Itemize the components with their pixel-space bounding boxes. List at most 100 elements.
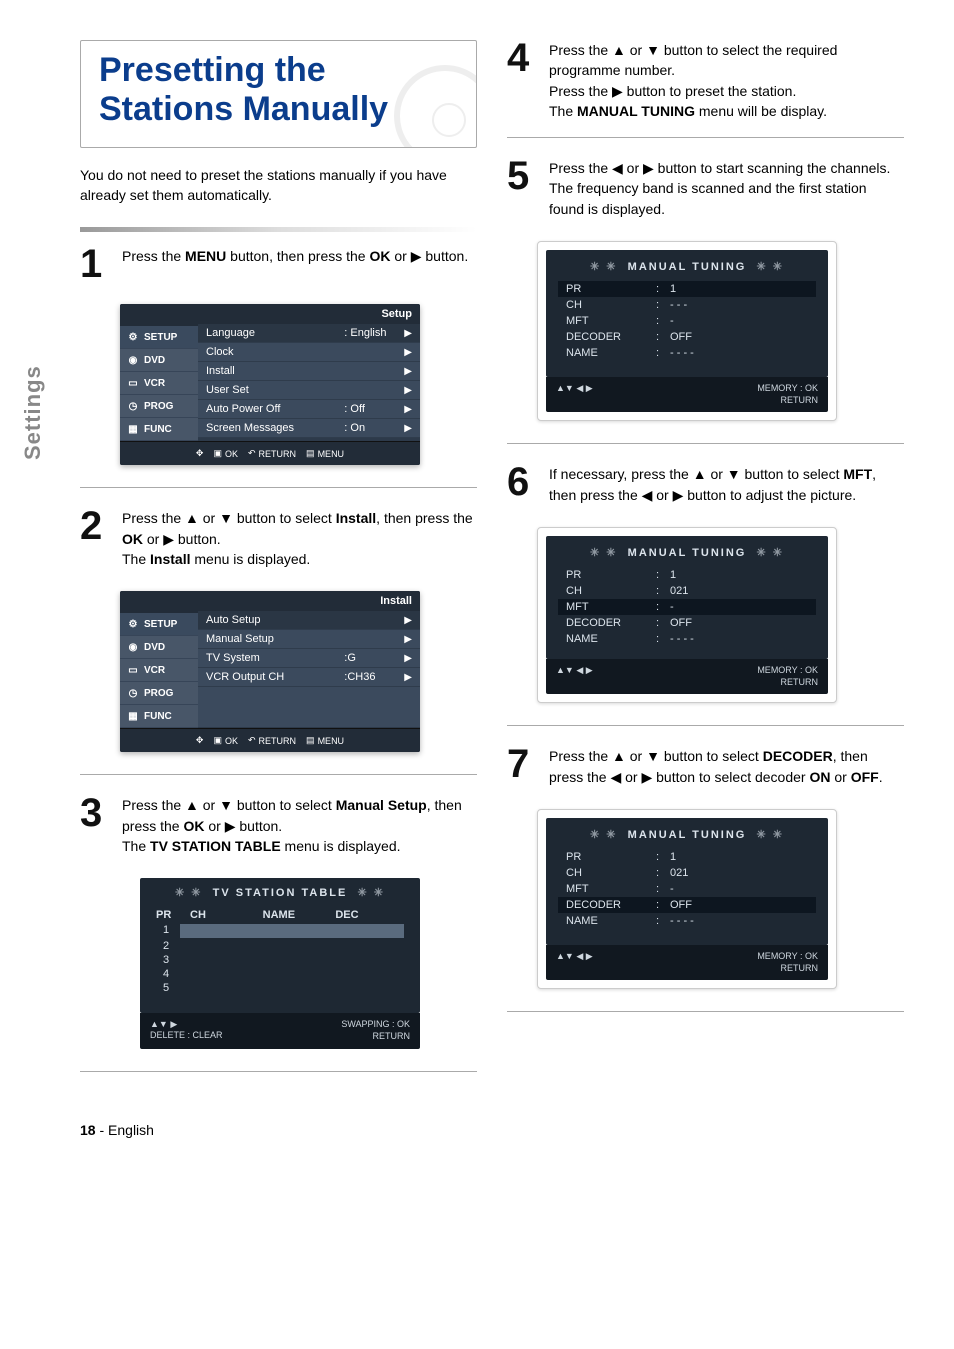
step-text: Press the ▲ or ▼ button to select Instal… <box>122 508 477 569</box>
divider <box>80 1071 477 1072</box>
osd-tab-func: ▦FUNC <box>120 705 198 728</box>
step-5: 5 Press the ◀ or ▶ button to start scann… <box>507 158 904 219</box>
step-number: 4 <box>507 40 535 121</box>
ok-icon: ▣ <box>213 735 222 746</box>
step-text: Press the ▲ or ▼ button to select DECODE… <box>549 746 904 787</box>
step-text: Press the ◀ or ▶ button to start scannin… <box>549 158 904 219</box>
osd-row-name: NAME:- - - - <box>558 631 816 647</box>
disc-icon: ◉ <box>126 353 140 367</box>
gear-icon: ⚙ <box>126 617 140 631</box>
osd-title: Install <box>198 591 420 611</box>
chevron-right-icon: ▶ <box>404 653 412 664</box>
osd-row-pr: PR:1 <box>558 567 816 583</box>
osd-station-table: ✳ ✳ TV STATION TABLE ✳ ✳ PR CH NAME DEC … <box>140 878 420 1048</box>
osd-row-name: NAME:- - - - <box>558 345 816 361</box>
chevron-right-icon: ▶ <box>404 634 412 645</box>
chevron-right-icon: ▶ <box>404 423 412 434</box>
step-number: 1 <box>80 246 108 282</box>
osd-footer: ▲▼ ▶ DELETE : CLEAR SWAPPING : OK RETURN <box>140 1013 420 1048</box>
step-7: 7 Press the ▲ or ▼ button to select DECO… <box>507 746 904 787</box>
osd-tab-func: ▦FUNC <box>120 418 198 441</box>
divider <box>507 443 904 444</box>
osd-tab-setup: ⚙SETUP <box>120 613 198 636</box>
osd-tab-dvd: ◉DVD <box>120 349 198 372</box>
osd-title: ✳ ✳ MANUAL TUNING ✳ ✳ <box>558 546 816 559</box>
step-1: 1 Press the MENU button, then press the … <box>80 246 477 282</box>
osd-tab-vcr: ▭VCR <box>120 372 198 395</box>
dpad-icon: ✥ <box>196 735 204 746</box>
step-text: Press the ▲ or ▼ button to select Manual… <box>122 795 477 856</box>
osd-tab-prog: ◷PROG <box>120 395 198 418</box>
table-header: PR CH NAME DEC <box>150 907 410 923</box>
page-footer: 18 - English <box>30 1122 904 1138</box>
return-icon: ↶ <box>248 735 256 746</box>
osd-row-decoder: DECODER:OFF <box>558 897 816 913</box>
osd-row-ch: CH:- - - <box>558 297 816 313</box>
osd-row-ch: CH:021 <box>558 865 816 881</box>
osd-tab-prog: ◷PROG <box>120 682 198 705</box>
osd-setup-menu: ⚙SETUP ◉DVD ▭VCR ◷PROG ▦FUNC Setup Langu… <box>120 304 420 465</box>
osd-row-name: NAME:- - - - <box>558 913 816 929</box>
osd-item-vcroutput: VCR Output CH:CH36▶ <box>198 668 420 687</box>
menu-icon: ▤ <box>306 448 315 459</box>
divider <box>80 487 477 488</box>
divider <box>507 137 904 138</box>
side-tab-settings: Settings <box>20 365 46 460</box>
table-row: 4 <box>150 967 410 981</box>
clock-icon: ◷ <box>126 399 140 413</box>
gear-icon: ⚙ <box>126 330 140 344</box>
dpad-icon: ✥ <box>196 448 204 459</box>
step-number: 6 <box>507 464 535 505</box>
chevron-right-icon: ▶ <box>404 366 412 377</box>
divider <box>507 725 904 726</box>
ok-icon: ▣ <box>213 448 222 459</box>
osd-item-tvsystem: TV System:G▶ <box>198 649 420 668</box>
chevron-right-icon: ▶ <box>404 404 412 415</box>
osd-manual-tuning-2: ✳ ✳ MANUAL TUNING ✳ ✳ PR:1 CH:021 MFT:- … <box>537 527 837 703</box>
table-row: 3 <box>150 953 410 967</box>
osd-row-pr: PR:1 <box>558 281 816 297</box>
chevron-right-icon: ▶ <box>404 347 412 358</box>
func-icon: ▦ <box>126 709 140 723</box>
osd-footer: ▲▼ ◀ ▶ MEMORY : OKRETURN <box>546 377 828 412</box>
osd-install-menu: ⚙SETUP ◉DVD ▭VCR ◷PROG ▦FUNC Install Aut… <box>120 591 420 752</box>
page-title: Presetting the Stations Manually <box>99 51 458 129</box>
disc-icon: ◉ <box>126 640 140 654</box>
step-3: 3 Press the ▲ or ▼ button to select Manu… <box>80 795 477 856</box>
chevron-right-icon: ▶ <box>404 672 412 683</box>
step-text: Press the MENU button, then press the OK… <box>122 246 468 282</box>
osd-item-language: Language: English▶ <box>198 324 420 343</box>
osd-tab-dvd: ◉DVD <box>120 636 198 659</box>
osd-manual-tuning-3: ✳ ✳ MANUAL TUNING ✳ ✳ PR:1 CH:021 MFT:- … <box>537 809 837 989</box>
osd-footer: ✥ ▣OK ↶RETURN ▤MENU <box>120 728 420 752</box>
step-2: 2 Press the ▲ or ▼ button to select Inst… <box>80 508 477 569</box>
osd-row-mft: MFT:- <box>558 313 816 329</box>
intro-text: You do not need to preset the stations m… <box>80 166 477 205</box>
step-4: 4 Press the ▲ or ▼ button to select the … <box>507 40 904 121</box>
gradient-divider <box>80 227 477 232</box>
step-number: 2 <box>80 508 108 569</box>
step-number: 5 <box>507 158 535 219</box>
osd-item-manualsetup: Manual Setup▶ <box>198 630 420 649</box>
osd-row-pr: PR:1 <box>558 849 816 865</box>
table-row: 5 <box>150 981 410 995</box>
step-text: If necessary, press the ▲ or ▼ button to… <box>549 464 904 505</box>
osd-row-mft: MFT:- <box>558 599 816 615</box>
clock-icon: ◷ <box>126 686 140 700</box>
step-number: 3 <box>80 795 108 856</box>
osd-footer: ▲▼ ◀ ▶ MEMORY : OKRETURN <box>546 945 828 980</box>
return-icon: ↶ <box>248 448 256 459</box>
chevron-right-icon: ▶ <box>404 615 412 626</box>
step-6: 6 If necessary, press the ▲ or ▼ button … <box>507 464 904 505</box>
osd-title: ✳ ✳ TV STATION TABLE ✳ ✳ <box>150 886 410 899</box>
osd-item-userset: User Set▶ <box>198 381 420 400</box>
osd-manual-tuning-1: ✳ ✳ MANUAL TUNING ✳ ✳ PR:1 CH:- - - MFT:… <box>537 241 837 421</box>
osd-item-autopower: Auto Power Off: Off▶ <box>198 400 420 419</box>
osd-title: Setup <box>198 304 420 324</box>
menu-icon: ▤ <box>306 735 315 746</box>
step-number: 7 <box>507 746 535 787</box>
osd-item-screenmsg: Screen Messages: On▶ <box>198 419 420 438</box>
divider <box>80 774 477 775</box>
table-row: 2 <box>150 939 410 953</box>
chevron-right-icon: ▶ <box>404 328 412 339</box>
